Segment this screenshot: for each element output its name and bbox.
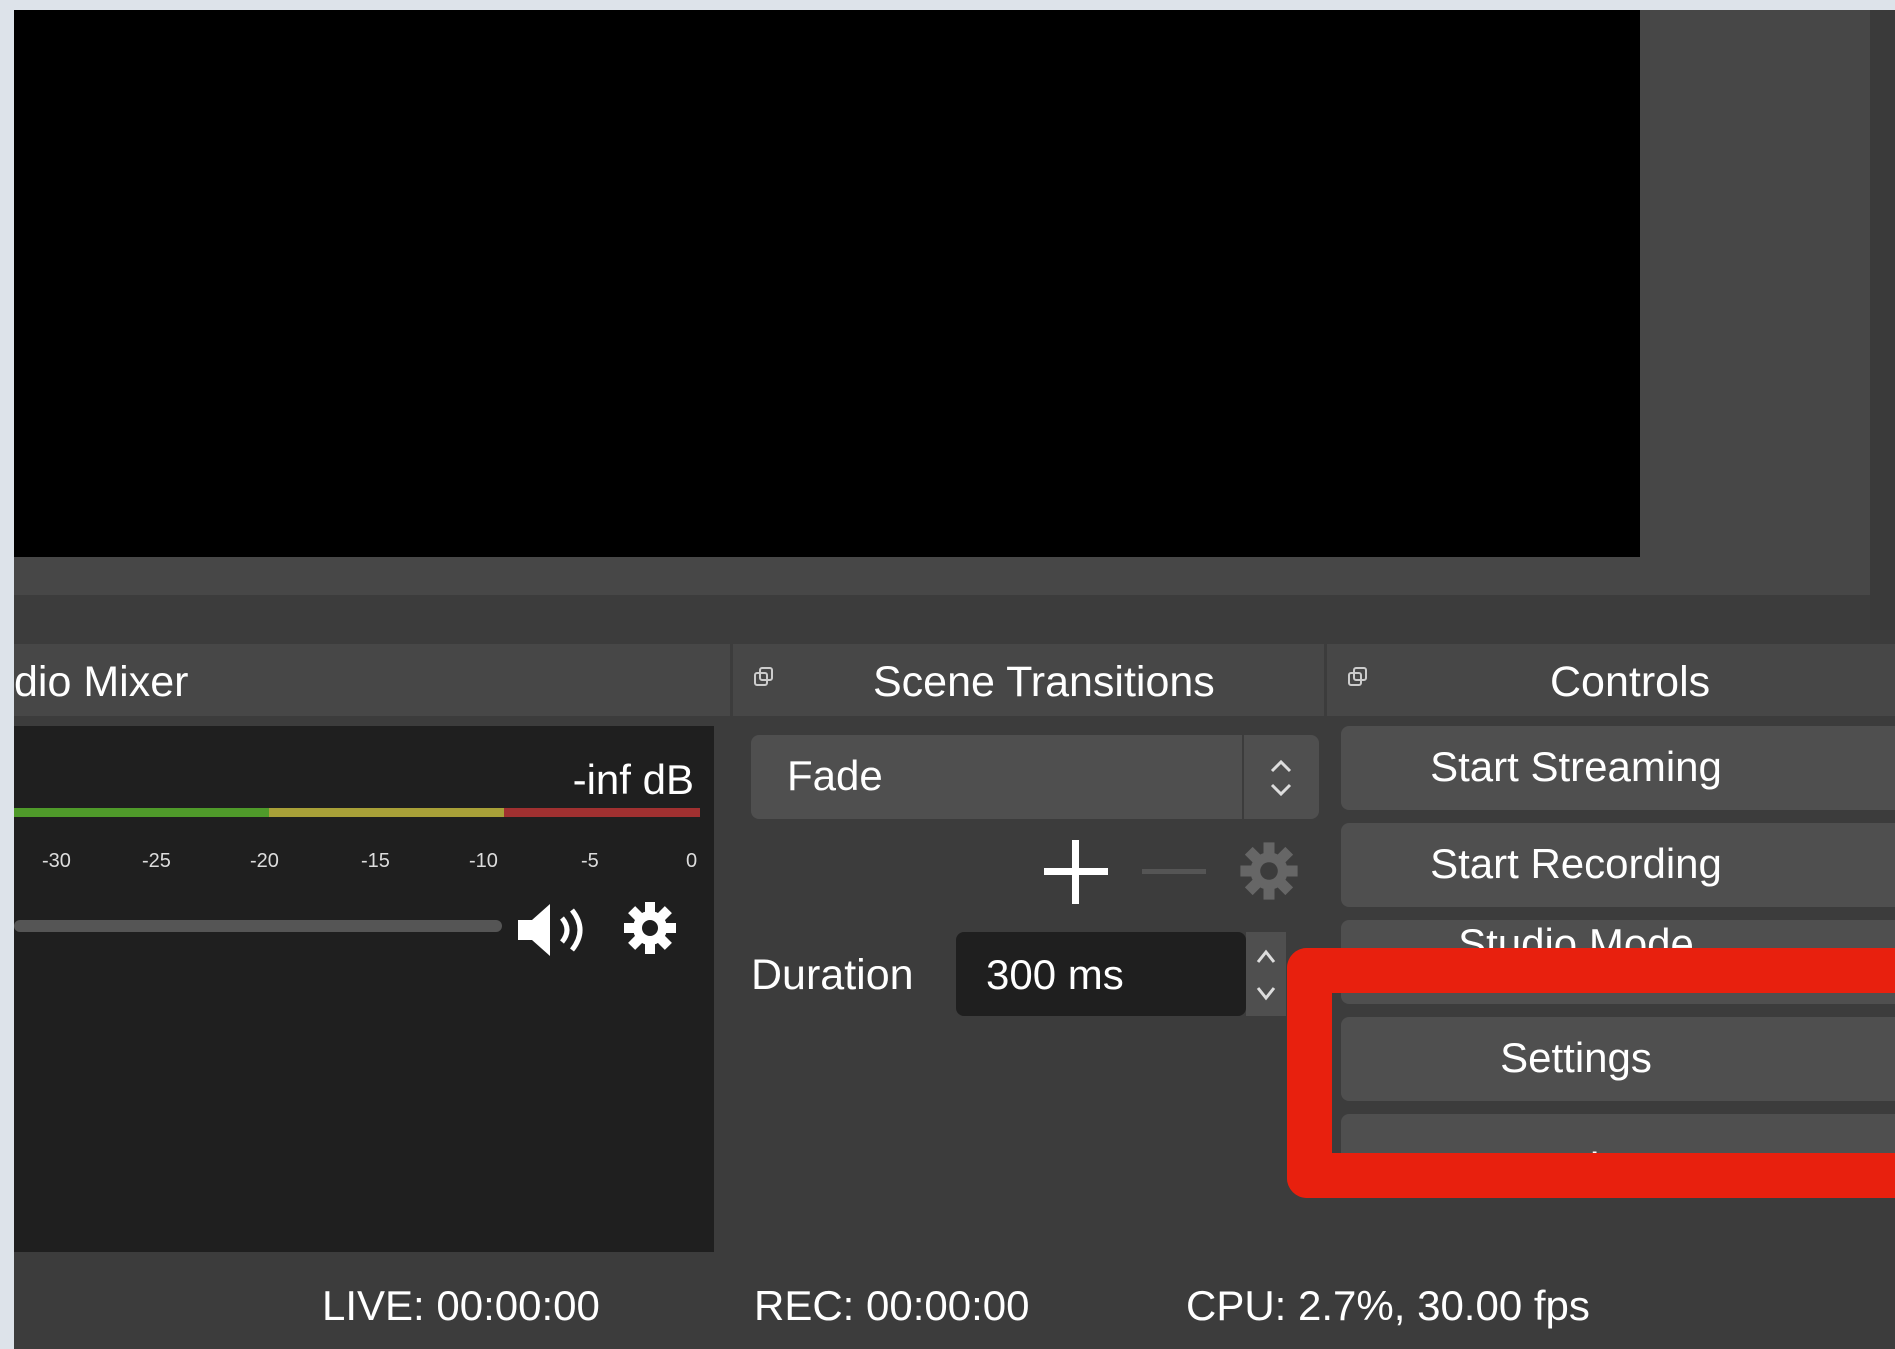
start-recording-label: Start Recording [1430,840,1722,887]
controls-header: Controls [1327,644,1895,716]
start-streaming-label: Start Streaming [1430,743,1722,790]
speaker-icon[interactable] [514,900,604,960]
meter-tick-label: 0 [686,850,698,872]
gear-icon[interactable] [1236,838,1302,904]
meter-tick-label: -5 [581,850,599,872]
meter-tick-label: -30 [42,850,71,872]
status-bar: LIVE: 00:00:00 REC: 00:00:00 CPU: 2.7%, … [14,1252,1895,1349]
duration-value: 300 ms [986,951,1124,998]
meter-tick-label: -15 [361,850,390,872]
meter-tick-label: -20 [250,850,279,872]
chevron-updown-icon[interactable] [1242,735,1319,819]
duration-label: Duration [751,951,914,999]
gear-icon[interactable] [620,898,680,958]
transition-value: Fade [787,752,883,799]
duration-input[interactable]: 300 ms [956,932,1246,1016]
spinner-icon[interactable] [1246,932,1286,1016]
meter-tick-label: -10 [469,850,498,872]
preview-region [14,10,1870,595]
scene-transitions-header: Scene Transitions [733,644,1324,716]
scene-transitions-title: Scene Transitions [873,658,1215,706]
volume-level-readout: -inf dB [572,756,694,803]
volume-slider[interactable] [14,920,502,932]
highlight-annotation [1287,948,1895,1198]
float-icon[interactable] [1347,666,1369,688]
start-recording-button[interactable]: Start Recording [1341,823,1895,907]
scrollbar-track[interactable] [1870,10,1895,630]
minus-icon[interactable] [1134,832,1214,912]
live-status: LIVE: 00:00:00 [322,1282,600,1329]
rec-status: REC: 00:00:00 [754,1282,1030,1329]
cpu-status: CPU: 2.7%, 30.00 fps [1186,1282,1590,1329]
controls-title: Controls [1550,658,1711,706]
plus-icon[interactable] [1036,832,1116,912]
obs-window: dio Mixer Scene Transitions Controls -in… [14,10,1895,1349]
meter-tick-label: -25 [142,850,171,872]
float-icon[interactable] [753,666,775,688]
audio-mixer-title: dio Mixer [14,658,189,706]
audio-mixer-header: dio Mixer [14,644,730,716]
transition-dropdown[interactable]: Fade [751,735,1319,819]
audio-mixer-panel: -inf dB [14,726,714,1252]
volume-meter [14,808,700,817]
preview-canvas[interactable] [14,10,1640,557]
start-streaming-button[interactable]: Start Streaming [1341,726,1895,810]
